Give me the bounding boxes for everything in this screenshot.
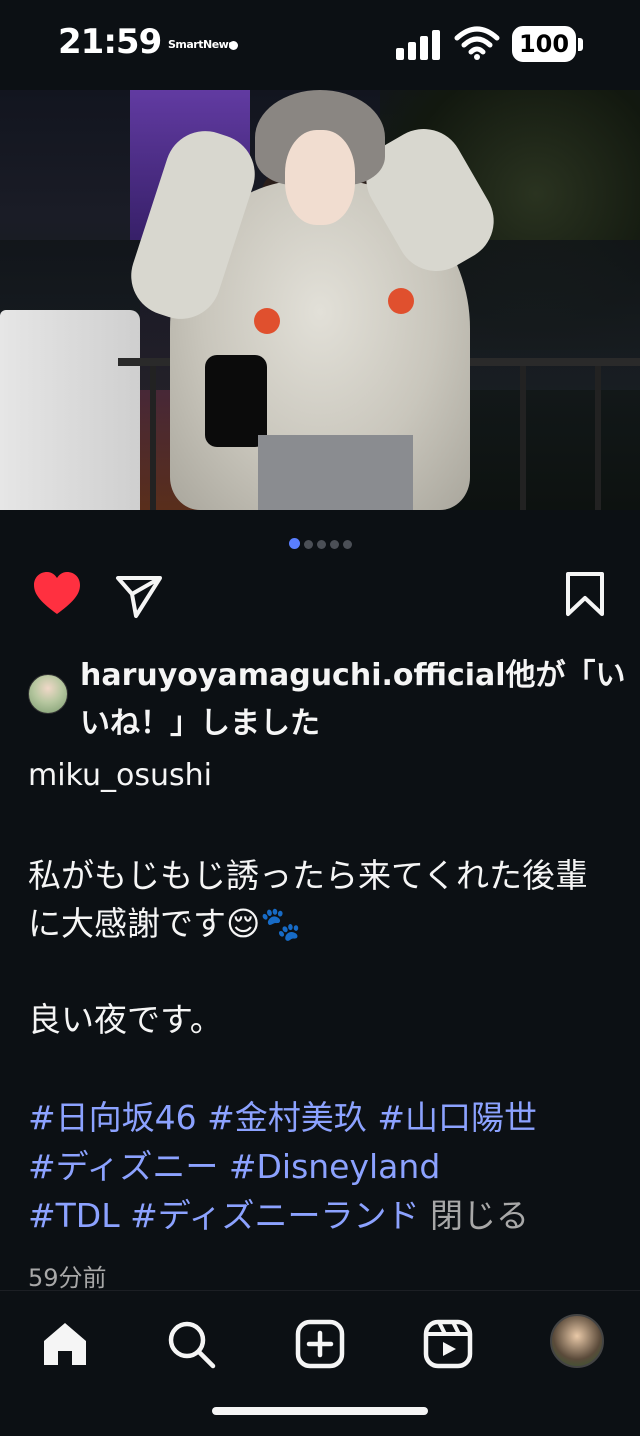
post-actions: [0, 570, 640, 620]
post-caption: 私がもじもじ誘ったら来てくれた後輩に大感謝です😌🐾 良い夜です。: [28, 852, 618, 1092]
hashtag[interactable]: #Disneyland: [229, 1147, 440, 1186]
hashtag[interactable]: #ディズニー: [28, 1147, 218, 1186]
handbag: [205, 355, 267, 447]
profile-avatar[interactable]: [550, 1314, 604, 1368]
carousel-dot: [316, 540, 326, 549]
hashtag[interactable]: #日向坂46: [28, 1098, 197, 1137]
caption-paragraph: 良い夜です。: [28, 1000, 223, 1039]
carousel-dot: [329, 540, 339, 549]
carousel-dot: [342, 540, 352, 549]
carousel-dot: [303, 540, 313, 549]
caption-paragraph: 私がもじもじ誘ったら来てくれた後輩に大感謝です😌🐾: [28, 856, 589, 943]
status-dot: [229, 41, 238, 50]
wifi-icon: [454, 26, 500, 60]
close-caption-button[interactable]: 閉じる: [430, 1196, 529, 1235]
heart-icon[interactable]: [32, 570, 82, 620]
post-username[interactable]: miku_osushi: [28, 758, 212, 793]
post-photo[interactable]: [0, 90, 640, 510]
bookmark-icon[interactable]: [560, 570, 610, 620]
stone-pillar: [0, 310, 140, 510]
post-timestamp: 59分前: [28, 1264, 107, 1292]
status-app-label: SmartNews: [168, 38, 235, 51]
search-icon[interactable]: [164, 1317, 218, 1371]
battery-level: 100: [518, 30, 570, 58]
carousel-indicator: [0, 534, 640, 549]
create-icon[interactable]: [293, 1317, 347, 1371]
carousel-dot: [288, 538, 300, 549]
send-icon[interactable]: [114, 570, 164, 620]
bottom-nav: [0, 1290, 640, 1436]
liker-avatar[interactable]: [28, 674, 68, 714]
home-icon[interactable]: [38, 1317, 92, 1371]
reels-icon[interactable]: [421, 1317, 475, 1371]
hashtag[interactable]: #山口陽世: [377, 1098, 537, 1137]
battery-cap: [578, 38, 583, 51]
hashtag[interactable]: #TDL: [28, 1196, 120, 1235]
hashtag[interactable]: #金村美玖: [207, 1098, 367, 1137]
hashtags: #日向坂46 #金村美玖 #山口陽世 #ディズニー #Disneyland #T…: [28, 1093, 618, 1240]
signal-icon: [396, 30, 440, 60]
hashtag[interactable]: #ディズニーランド: [130, 1196, 419, 1235]
liked-by-text[interactable]: haruyoyamaguchi.official他が「いいね！」しました: [80, 652, 640, 748]
face: [285, 130, 355, 225]
battery-icon: 100: [512, 26, 576, 62]
status-bar: 21:59 SmartNews 100: [0, 0, 640, 90]
status-time: 21:59: [58, 22, 162, 62]
home-indicator[interactable]: [212, 1407, 428, 1415]
